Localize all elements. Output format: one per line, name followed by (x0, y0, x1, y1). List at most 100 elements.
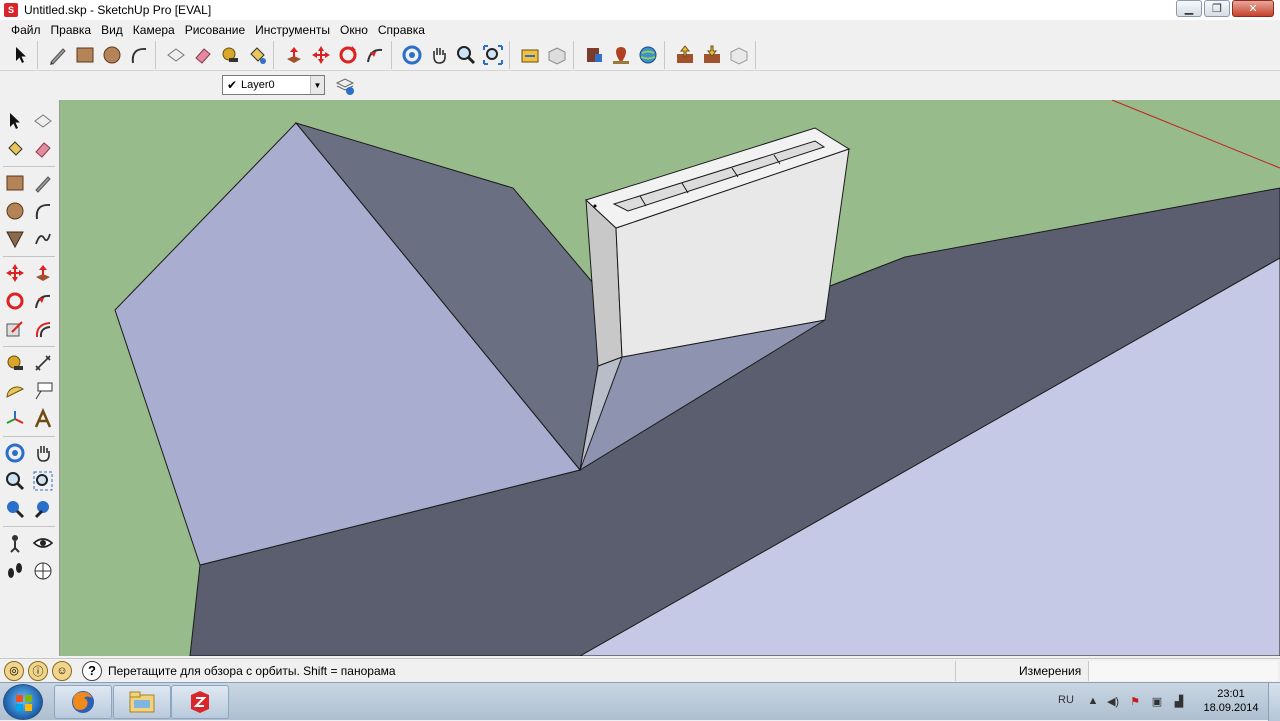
walk-tool[interactable] (2, 558, 28, 584)
axes-tool[interactable] (2, 406, 28, 432)
push-pull-button[interactable] (280, 42, 307, 69)
move-tool-button[interactable] (307, 42, 334, 69)
model-scene[interactable] (60, 100, 1280, 656)
add-location-button[interactable] (607, 42, 634, 69)
user-icon[interactable]: ☺ (52, 660, 72, 681)
restore-button[interactable]: ❐ (1204, 0, 1230, 17)
show-desktop-button[interactable] (1268, 683, 1280, 721)
menu-view[interactable]: Вид (96, 20, 128, 40)
menu-camera[interactable]: Камера (128, 20, 180, 40)
make-component-button[interactable] (162, 42, 189, 69)
taskbar-explorer[interactable] (113, 685, 171, 719)
share-model-button[interactable] (543, 42, 570, 69)
rotate-tool-button[interactable] (334, 42, 361, 69)
preview-button[interactable] (725, 42, 752, 69)
push-pull-tool[interactable] (30, 260, 56, 286)
polygon-tool[interactable] (2, 226, 28, 252)
menu-edit[interactable]: Правка (46, 20, 97, 40)
extension-warehouse-button[interactable] (580, 42, 607, 69)
eraser-tool-button[interactable] (189, 42, 216, 69)
zoom-tool-button[interactable] (452, 42, 479, 69)
protractor-tool[interactable] (2, 378, 28, 404)
freehand-tool[interactable] (30, 226, 56, 252)
select-tool[interactable] (2, 108, 28, 134)
menu-file[interactable]: Файл (6, 20, 46, 40)
chevron-down-icon[interactable]: ▼ (310, 76, 324, 94)
get-models-button[interactable] (516, 42, 543, 69)
orbit-tool-button[interactable] (398, 42, 425, 69)
arc-tool[interactable] (30, 198, 56, 224)
tray-expand-icon[interactable]: ▲ (1086, 695, 1100, 709)
taskbar-clock[interactable]: 23:01 18.09.2014 (1200, 687, 1262, 715)
drawing-viewport[interactable] (60, 100, 1280, 656)
follow-me-tool[interactable] (30, 288, 56, 314)
start-button[interactable] (3, 684, 43, 720)
position-camera-icon (10, 535, 20, 553)
follow-me-button[interactable] (361, 42, 388, 69)
line-tool-button[interactable] (44, 42, 71, 69)
close-button[interactable]: ✕ (1232, 0, 1274, 17)
language-indicator[interactable]: RU (1058, 694, 1074, 706)
rotate-tool[interactable] (2, 288, 28, 314)
scale-tool[interactable] (2, 316, 28, 342)
move-tool[interactable] (2, 260, 28, 286)
zoom-window-icon (33, 471, 53, 491)
action-center-icon[interactable]: ⚑ (1128, 695, 1142, 709)
tape-measure-button[interactable] (216, 42, 243, 69)
import-button[interactable] (671, 42, 698, 69)
paint-bucket-button[interactable] (243, 42, 270, 69)
position-camera-tool[interactable] (2, 530, 28, 556)
select-tool-button[interactable] (7, 42, 34, 69)
eraser-icon (35, 142, 51, 158)
dimension-tool[interactable] (30, 350, 56, 376)
eraser-tool[interactable] (30, 136, 56, 162)
look-around-tool[interactable] (30, 530, 56, 556)
3d-text-tool[interactable] (30, 406, 56, 432)
menu-help[interactable]: Справка (373, 20, 430, 40)
section-plane-tool[interactable] (30, 558, 56, 584)
previous-view-tool[interactable] (30, 496, 56, 522)
zoom-window-tool[interactable] (30, 468, 56, 494)
taskbar-sketchup[interactable] (171, 685, 229, 719)
zoom-extents-button[interactable] (479, 42, 506, 69)
export-button[interactable] (698, 42, 725, 69)
tape-measure-icon (7, 355, 23, 370)
zoom-tool[interactable] (2, 468, 28, 494)
network-signal-icon[interactable]: ▟ (1172, 695, 1186, 709)
tape-measure-tool[interactable] (2, 350, 28, 376)
help-icon[interactable]: ? (82, 660, 102, 681)
magnifier-icon (6, 472, 25, 491)
google-earth-button[interactable] (634, 42, 661, 69)
pan-tool-button[interactable] (425, 42, 452, 69)
make-component-tool[interactable] (30, 108, 56, 134)
credits-icon[interactable]: ⓘ (28, 660, 48, 681)
minimize-button[interactable]: ▁ (1176, 0, 1202, 17)
rectangle-tool[interactable] (2, 170, 28, 196)
text-tool[interactable] (30, 378, 56, 404)
tool-separator (3, 526, 55, 527)
menu-draw[interactable]: Рисование (180, 20, 250, 40)
circle-tool-button[interactable] (98, 42, 125, 69)
rotate-icon (6, 292, 24, 310)
menu-tools[interactable]: Инструменты (250, 20, 335, 40)
paint-bucket-tool[interactable] (2, 136, 28, 162)
pan-tool[interactable] (30, 440, 56, 466)
line-tool[interactable] (30, 170, 56, 196)
circle-tool[interactable] (2, 198, 28, 224)
layer-manager-button[interactable] (331, 72, 359, 99)
taskbar-firefox[interactable] (54, 685, 112, 719)
arc-icon (131, 47, 146, 64)
offset-tool[interactable] (30, 316, 56, 342)
orbit-tool[interactable] (2, 440, 28, 466)
volume-icon[interactable]: ◀) (1106, 695, 1120, 709)
geolocation-icon[interactable]: ◎ (4, 660, 24, 681)
menu-window[interactable]: Окно (335, 20, 373, 40)
arc-tool-button[interactable] (125, 42, 152, 69)
rectangle-tool-button[interactable] (71, 42, 98, 69)
zoom-extents-icon (7, 501, 25, 519)
measurements-input[interactable] (1088, 661, 1278, 681)
usb-device-icon[interactable]: ▣ (1150, 695, 1164, 709)
zoom-extents-tool[interactable] (2, 496, 28, 522)
dimension-icon (35, 355, 51, 371)
layer-dropdown[interactable]: ✔ Layer0 ▼ (222, 75, 325, 95)
